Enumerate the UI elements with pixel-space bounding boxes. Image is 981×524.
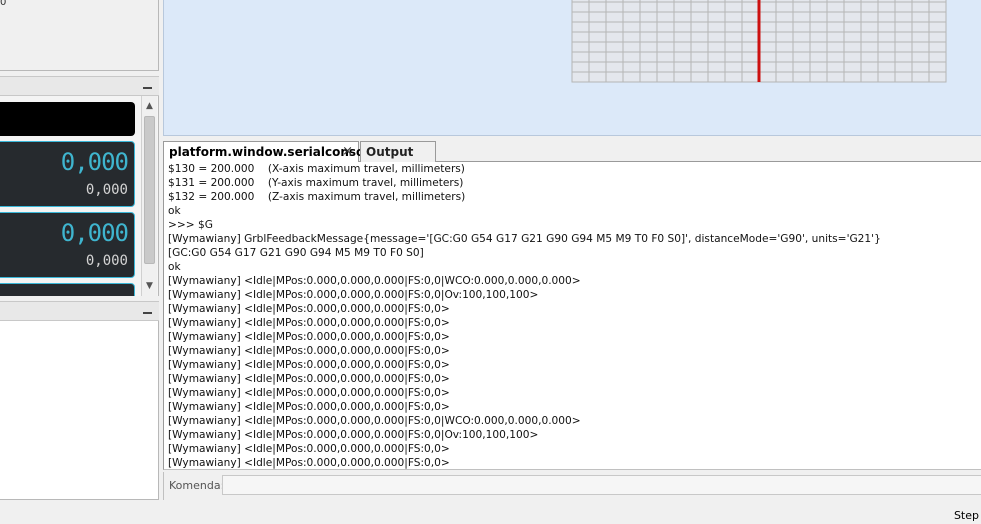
console-line: $130 = 200.000 (X-axis maximum travel, m… xyxy=(168,163,465,175)
tab-output[interactable]: Output xyxy=(360,141,436,162)
console-line: [Wymawiany] <Idle|MPos:0.000,0.000,0.000… xyxy=(168,373,450,385)
console-line: [Wymawiany] <Idle|MPos:0.000,0.000,0.000… xyxy=(168,275,581,287)
x-work-position: 0,000 xyxy=(60,148,129,176)
dro-panel: 0,000 0,000 0,000 0,000 ▲ ▼ xyxy=(0,96,159,296)
minimize-icon[interactable] xyxy=(143,79,153,93)
machine-state-display xyxy=(0,102,135,136)
tab-output-label: Output xyxy=(366,145,414,159)
second-panel-header xyxy=(0,301,159,321)
console-line: ok xyxy=(168,205,181,217)
console-line: [Wymawiany] <Idle|MPos:0.000,0.000,0.000… xyxy=(168,387,450,399)
scrollbar-thumb[interactable] xyxy=(144,116,155,264)
left-top-stub-text: 0 xyxy=(0,0,7,8)
console-line: [Wymawiany] <Idle|MPos:0.000,0.000,0.000… xyxy=(168,429,539,441)
visualizer-3d[interactable] xyxy=(163,0,981,136)
tab-serial-console[interactable]: platform.window.serialconsole × xyxy=(163,141,377,163)
left-top-panel: 0 xyxy=(0,0,159,71)
chevron-up-icon[interactable]: ▲ xyxy=(142,98,157,114)
console-line: [GC:G0 G54 G17 G21 G90 G94 M5 M9 T0 F0 S… xyxy=(168,247,424,259)
console-line: [Wymawiany] <Idle|MPos:0.000,0.000,0.000… xyxy=(168,457,450,469)
console-line: [Wymawiany] GrblFeedbackMessage{message=… xyxy=(168,233,881,245)
console-line: [Wymawiany] <Idle|MPos:0.000,0.000,0.000… xyxy=(168,331,450,343)
z-axis-readout xyxy=(0,283,135,296)
status-bar: Step xyxy=(0,503,981,524)
console-tabbar: platform.window.serialconsole × Output xyxy=(163,140,981,163)
serial-console-output[interactable]: $130 = 200.000 (X-axis maximum travel, m… xyxy=(163,162,981,470)
command-input[interactable] xyxy=(222,475,981,495)
console-line: [Wymawiany] <Idle|MPos:0.000,0.000,0.000… xyxy=(168,289,539,301)
console-line: $131 = 200.000 (Y-axis maximum travel, m… xyxy=(168,177,464,189)
console-line: >>> $G xyxy=(168,219,213,231)
dro-panel-header xyxy=(0,76,159,96)
x-machine-position: 0,000 xyxy=(85,182,128,198)
chevron-down-icon[interactable]: ▼ xyxy=(142,278,157,294)
console-line: [Wymawiany] <Idle|MPos:0.000,0.000,0.000… xyxy=(168,359,450,371)
dro-scrollbar[interactable]: ▲ ▼ xyxy=(141,96,157,296)
step-label: Step xyxy=(953,509,979,522)
x-axis-readout: 0,000 0,000 xyxy=(0,141,135,207)
console-line: [Wymawiany] <Idle|MPos:0.000,0.000,0.000… xyxy=(168,317,450,329)
console-line: $132 = 200.000 (Z-axis maximum travel, m… xyxy=(168,191,466,203)
console-line: ok xyxy=(168,261,181,273)
visualizer-grid xyxy=(571,0,947,83)
console-line: [Wymawiany] <Idle|MPos:0.000,0.000,0.000… xyxy=(168,401,450,413)
command-row: Komenda: xyxy=(163,472,981,500)
console-line: [Wymawiany] <Idle|MPos:0.000,0.000,0.000… xyxy=(168,443,450,455)
console-line: [Wymawiany] <Idle|MPos:0.000,0.000,0.000… xyxy=(168,345,450,357)
console-line: [Wymawiany] <Idle|MPos:0.000,0.000,0.000… xyxy=(168,415,581,427)
second-panel-body xyxy=(0,321,159,500)
y-machine-position: 0,000 xyxy=(85,253,128,269)
minimize-icon[interactable] xyxy=(143,304,153,318)
close-icon[interactable]: × xyxy=(342,142,353,162)
console-line: [Wymawiany] <Idle|MPos:0.000,0.000,0.000… xyxy=(168,303,450,315)
command-label: Komenda: xyxy=(169,479,225,492)
y-work-position: 0,000 xyxy=(60,219,129,247)
y-axis-readout: 0,000 0,000 xyxy=(0,212,135,278)
